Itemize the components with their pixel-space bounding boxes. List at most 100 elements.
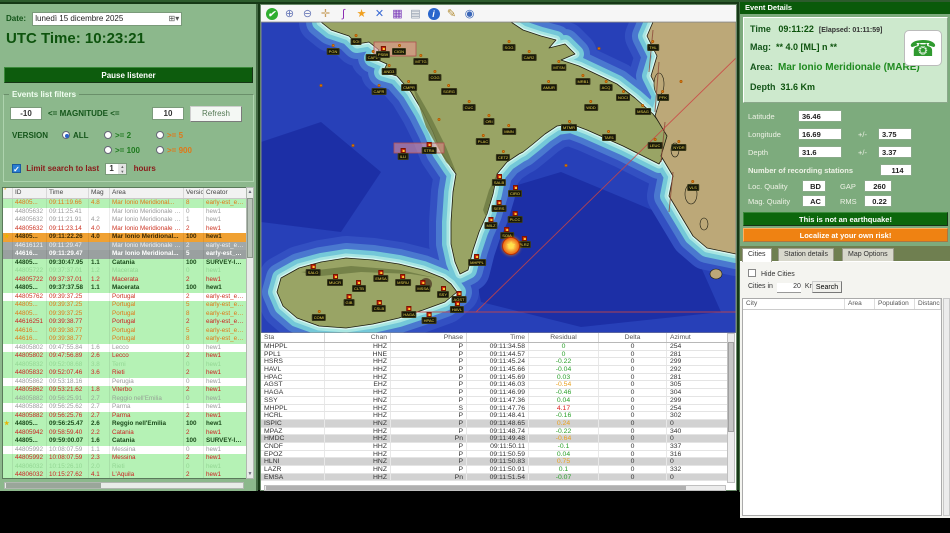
scroll-up-icon[interactable]: ▲ bbox=[247, 188, 253, 196]
zoom-in-icon[interactable]: ⊕ bbox=[282, 6, 297, 20]
events-vertical-scrollbar[interactable]: ▲ ▼ bbox=[246, 187, 254, 479]
call-phone-icon[interactable]: ☎ bbox=[904, 30, 942, 66]
tab-map-options[interactable]: Map Options bbox=[842, 248, 894, 261]
cities-search-button[interactable]: Search bbox=[812, 281, 842, 293]
limit-hours-spinner[interactable]: 1 ▲ ▼ bbox=[105, 163, 128, 175]
event-row[interactable]: 44805722 09:37:37.01 1.2 Macerata 0 hew1 bbox=[3, 267, 247, 276]
pause-listener-button[interactable]: Pause listener bbox=[4, 67, 253, 83]
event-row[interactable]: 44805862 09:53:18.16 Perugia 0 hew1 bbox=[3, 377, 247, 386]
tab-cities[interactable]: Cities bbox=[742, 248, 772, 262]
spinner-arrows-icon[interactable]: ▲ ▼ bbox=[118, 164, 127, 174]
calendar-icon[interactable]: ⊞▾ bbox=[169, 14, 180, 23]
event-row[interactable]: 44805... 09:39:37.25 Portugal 5 early-est_ee… bbox=[3, 301, 247, 310]
info-icon[interactable]: i bbox=[426, 6, 441, 20]
confirm-icon[interactable]: ✔ bbox=[264, 6, 279, 20]
event-row[interactable]: 44805... 09:11:19.66 4.8 Mar Ionio Meridion… bbox=[3, 199, 247, 208]
event-row[interactable]: 44805632 09:11:23.14 4.0 Mar Ionio Meridion… bbox=[3, 224, 247, 233]
event-row[interactable]: 44805882 09:56:25.91 2.7 Reggio nell'Emilia… bbox=[3, 394, 247, 403]
event-row[interactable]: 44805762 09:39:37.25 Portugal 2 early-est_ee… bbox=[3, 292, 247, 301]
magnitude-min-input[interactable]: -10 bbox=[10, 107, 42, 120]
station-row[interactable]: HLNI HNZ P 09:11:50.83 0.75 0 0 bbox=[261, 458, 728, 466]
crosshair-icon[interactable]: ✕ bbox=[372, 6, 387, 20]
italy-region-icon[interactable]: ∫ bbox=[336, 6, 351, 20]
stations-horizontal-scrollbar[interactable] bbox=[264, 485, 726, 491]
print-icon[interactable]: ▤ bbox=[408, 6, 423, 20]
event-row[interactable]: 44805802 09:47:55.84 1.6 Lecco 0 hew1 bbox=[3, 343, 247, 352]
localize-button[interactable]: Localize at your own risk! bbox=[743, 228, 948, 242]
scrollbar-thumb[interactable] bbox=[247, 198, 253, 258]
depth-value[interactable]: 31.6 bbox=[798, 146, 842, 158]
station-row[interactable]: MHPPL HHZ S 09:11:47.76 4.17 0 254 bbox=[261, 404, 728, 413]
version-radio-all[interactable]: ALL bbox=[62, 131, 89, 140]
event-row[interactable]: 44805882 09:56:25.76 2.7 Parma 2 hew1 bbox=[3, 411, 247, 420]
scrollbar-thumb[interactable] bbox=[266, 486, 686, 490]
event-row[interactable]: 44616... 09:39:38.77 Portugal 8 early-est_ee… bbox=[3, 335, 247, 344]
event-row[interactable]: 44616... 09:39:38.77 Portugal 5 early-est_ee… bbox=[3, 326, 247, 335]
station-row[interactable]: CNDF HHZ P 09:11:50.11 -0.1 0 337 bbox=[261, 442, 728, 451]
event-row[interactable]: 44805... 09:30:47.95 1.1 Catania 100 SURVEY-I… bbox=[3, 258, 247, 267]
event-row[interactable]: 44805632 09:11:21.91 4.2 Mar Ionio Meridion… bbox=[3, 216, 247, 225]
event-row[interactable]: 44805832 09:52:07.46 3.6 Rieti 2 hew1 bbox=[3, 369, 247, 378]
events-horizontal-scrollbar[interactable] bbox=[4, 482, 244, 489]
station-row[interactable]: HAGA HHZ P 09:11:46.99 -0.46 0 304 bbox=[261, 389, 728, 397]
event-row[interactable]: 44805722 09:37:37.01 1.2 Macerata 2 hew1 bbox=[3, 275, 247, 284]
version-radio-5[interactable]: >= 5 bbox=[156, 131, 183, 140]
longitude-error-value[interactable]: 3.75 bbox=[878, 128, 912, 140]
station-row[interactable]: AGST EHZ P 09:11:46.03 -0.54 0 305 bbox=[261, 381, 728, 390]
station-row[interactable]: LAZR HNZ P 09:11:50.91 0.1 0 332 bbox=[261, 466, 728, 474]
version-radio-100[interactable]: >= 100 bbox=[104, 146, 140, 155]
pan-icon[interactable]: ✛ bbox=[318, 6, 333, 20]
station-row[interactable]: ISPIC HNZ P 09:11:48.65 0.24 0 0 bbox=[261, 419, 728, 428]
event-row[interactable]: 44805802 09:47:56.89 2.6 Lecco 2 hew1 bbox=[3, 352, 247, 361]
event-row[interactable]: 44616121 09:11:29.47 Mar Ionio Meridionale… bbox=[3, 241, 247, 250]
longitude-value[interactable]: 16.69 bbox=[798, 128, 842, 140]
station-row[interactable]: EPOZ HHZ P 09:11:50.59 0.04 0 316 bbox=[261, 450, 728, 459]
station-row[interactable]: HAVL HHZ P 09:11:45.66 -0.04 0 292 bbox=[261, 366, 728, 374]
scrollbar-thumb[interactable] bbox=[728, 342, 734, 432]
event-row[interactable]: 44805942 09:58:59.40 2.2 Catania 2 hew1 bbox=[3, 428, 247, 437]
scrollbar-thumb[interactable] bbox=[6, 483, 101, 488]
station-row[interactable]: MHPPL HHZ P 09:11:34.58 0 0 254 bbox=[261, 343, 728, 351]
zoom-out-icon[interactable]: ⊖ bbox=[300, 6, 315, 20]
station-row[interactable]: PPL1 HNE P 09:11:44.57 0 0 281 bbox=[261, 350, 728, 359]
station-row[interactable]: SSY HNZ P 09:11:47.36 0.04 0 299 bbox=[261, 396, 728, 405]
tab-station-details[interactable]: Station details bbox=[778, 248, 834, 261]
event-row[interactable]: 44805832 09:52:08.68 3.8 Terni 0 hew1 bbox=[3, 360, 247, 369]
refresh-button[interactable]: Refresh bbox=[190, 106, 242, 122]
map-view[interactable]: SOI PGN CAFE CIGN MTTG AND3 CGG CMPR CAFR SGRG PSB… bbox=[261, 22, 736, 333]
event-row[interactable]: 44805... 09:59:00.07 1.6 Catania 100 SURVEY-I… bbox=[3, 437, 247, 446]
event-row[interactable]: 44805632 09:11:25.41 Mar Ionio Meridionale… bbox=[3, 207, 247, 216]
station-row[interactable]: HMDC HHZ Pn 09:11:49.48 -0.64 0 0 bbox=[261, 435, 728, 443]
scroll-down-icon[interactable]: ▼ bbox=[247, 470, 253, 478]
stations-vertical-scrollbar[interactable] bbox=[727, 333, 735, 483]
event-row[interactable]: 44806032 10:15:27.62 4.1 L'Aquila 2 hew1 bbox=[3, 471, 247, 478]
event-row[interactable]: 44616... 09:11:29.47 Mar Ionio Meridional.… bbox=[3, 250, 247, 259]
limit-search-checkbox[interactable]: ✓ bbox=[12, 164, 21, 174]
event-row[interactable]: 44805992 10:08:07.59 2.3 Messina 2 hew1 bbox=[3, 454, 247, 463]
station-row[interactable]: MPAZ HHZ P 09:11:48.74 -0.22 0 340 bbox=[261, 427, 728, 436]
image-icon[interactable]: ▦ bbox=[390, 6, 405, 20]
hide-cities-checkbox[interactable] bbox=[748, 269, 756, 277]
event-row[interactable]: ★ 44805... 09:11:22.26 4.0 Mar Ionio Meridio… bbox=[3, 233, 247, 242]
cities-vertical-scrollbar[interactable] bbox=[943, 298, 950, 516]
date-picker[interactable]: lunedì 15 dicembre 2025 ⊞▾ bbox=[32, 12, 183, 26]
event-row[interactable]: 44806032 10:15:26.10 2.0 Rieti 0 hew1 bbox=[3, 462, 247, 471]
station-row[interactable]: HPAC HHZ P 09:11:45.69 0.03 0 281 bbox=[261, 373, 728, 382]
station-row[interactable]: HCRL HHZ P 09:11:48.41 -0.16 0 302 bbox=[261, 412, 728, 420]
star-icon[interactable]: ★ bbox=[354, 6, 369, 20]
magnitude-max-input[interactable]: 10 bbox=[152, 107, 184, 120]
station-row[interactable]: EMSA HHZ Pn 09:11:51.54 -0.07 0 0 bbox=[261, 473, 728, 482]
station-row[interactable]: HSRS HHZ P 09:11:45.24 -0.22 0 299 bbox=[261, 358, 728, 367]
event-row[interactable]: 44805... 09:37:37.58 1.1 Macerata 100 hew1 bbox=[3, 284, 247, 293]
latitude-value[interactable]: 36.46 bbox=[798, 110, 842, 122]
cities-km-input[interactable]: 20 bbox=[776, 283, 801, 293]
event-row[interactable]: 44805862 09:53:21.62 1.8 Viterbo 2 hew1 bbox=[3, 386, 247, 395]
event-row[interactable]: 44805... 09:39:37.25 Portugal 8 early-est_ee… bbox=[3, 309, 247, 318]
depth-error-value[interactable]: 3.37 bbox=[878, 146, 912, 158]
version-radio-900[interactable]: >= 900 bbox=[156, 146, 192, 155]
event-row[interactable]: 44805882 09:56:25.62 2.7 Parma 1 hew1 bbox=[3, 403, 247, 412]
not-earthquake-button[interactable]: This is not an earthquake! bbox=[743, 212, 948, 226]
event-row[interactable]: 44805992 10:08:07.59 1.1 Messina 0 hew1 bbox=[3, 445, 247, 454]
globe-icon[interactable]: ◉ bbox=[462, 6, 477, 20]
event-row[interactable]: ★ 44805... 09:56:25.47 2.6 Reggio nell'Emili… bbox=[3, 420, 247, 429]
